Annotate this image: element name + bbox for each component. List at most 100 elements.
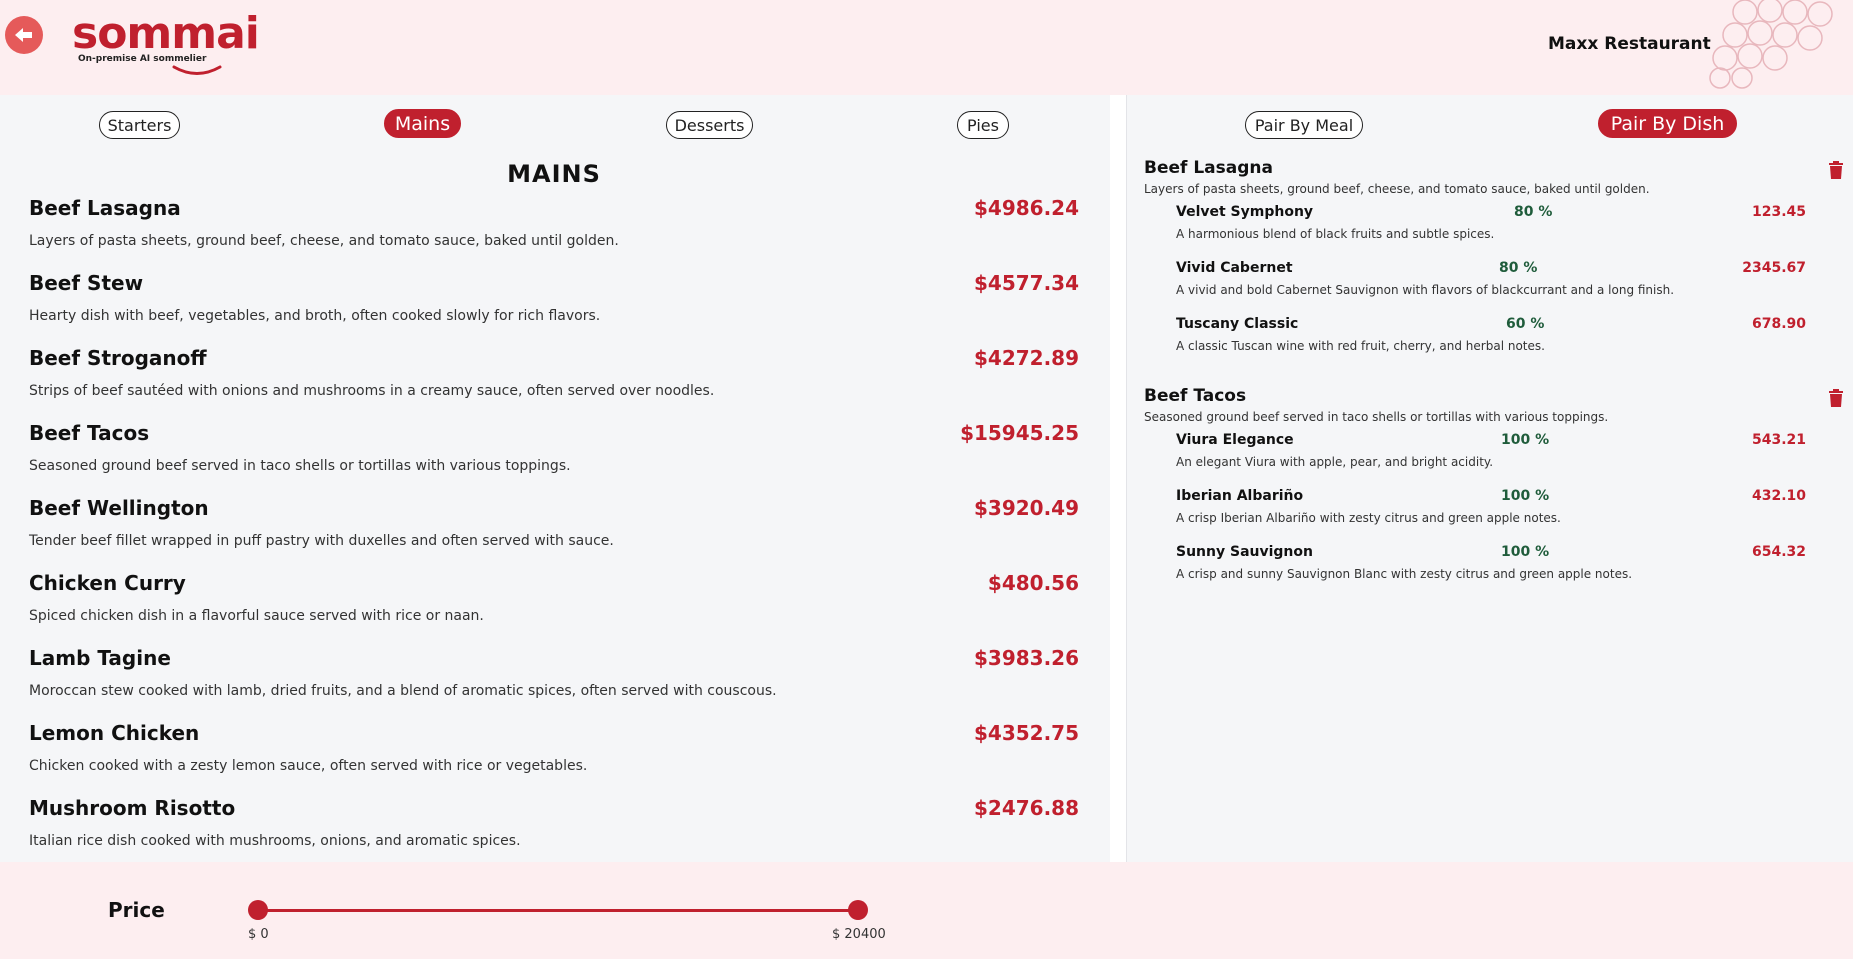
pairing-dish-description: Layers of pasta sheets, ground beef, che… [1144, 182, 1650, 196]
wine-description: A crisp and sunny Sauvignon Blanc with z… [1176, 567, 1633, 581]
menu-item-price: $4272.89 [973, 346, 1079, 370]
menu-item-name: Beef Tacos [29, 421, 150, 445]
wine-description: A crisp Iberian Albariño with zesty citr… [1176, 511, 1561, 525]
menu-item-name: Beef Lasagna [29, 196, 181, 220]
price-label: Price [108, 898, 165, 922]
menu-item-name: Beef Stroganoff [29, 346, 207, 370]
wine-recommendation[interactable]: Iberian Albariño 100 % 432.10 A crisp Iberi… [1176, 488, 1806, 544]
wine-name: Tuscany Classic [1176, 316, 1299, 332]
menu-item-description: Moroccan stew cooked with lamb, dried fr… [29, 683, 777, 699]
menu-item-price: $4352.75 [973, 721, 1079, 745]
delete-pairing-button[interactable] [1828, 161, 1844, 183]
back-button[interactable] [5, 16, 43, 54]
menu-item[interactable]: Beef Stroganoff $4272.89 Strips of beef sa… [29, 346, 1079, 399]
menu-item-description: Seasoned ground beef served in taco shel… [29, 458, 571, 474]
menu-item-name: Mushroom Risotto [29, 796, 236, 820]
menu-item[interactable]: Beef Lasagna $4986.24 Layers of pasta shee… [29, 196, 1079, 249]
menu-item-price: $4577.34 [973, 271, 1079, 295]
menu-item[interactable]: Lamb Tagine $3983.26 Moroccan stew cooked … [29, 646, 1079, 699]
menu-item-price: $3920.49 [973, 496, 1079, 520]
menu-item[interactable]: Mushroom Risotto $2476.88 Italian rice dis… [29, 796, 1079, 849]
menu-item[interactable]: Chicken Curry $480.56 Spiced chicken dish … [29, 571, 1079, 624]
menu-item-description: Layers of pasta sheets, ground beef, che… [29, 233, 619, 249]
menu-item-price: $15945.25 [960, 421, 1079, 445]
restaurant-name: Maxx Restaurant [1548, 34, 1711, 54]
wine-recommendation[interactable]: Tuscany Classic 60 % 678.90 A classic Tusca… [1176, 316, 1806, 372]
tab-starters[interactable]: Starters [99, 111, 180, 139]
wine-price: 123.45 [1751, 204, 1806, 220]
smile-icon [172, 65, 222, 75]
price-max-handle[interactable] [848, 900, 868, 920]
pairing-panel: Pair By Meal Pair By Dish Beef Lasagna La… [1126, 95, 1853, 862]
wine-price: 2345.67 [1742, 260, 1806, 276]
section-title: MAINS [507, 160, 601, 188]
menu-item-name: Lamb Tagine [29, 646, 171, 670]
menu-item-price: $4986.24 [973, 196, 1079, 220]
wine-name: Viura Elegance [1176, 432, 1294, 448]
wine-match-percent: 80 % [1514, 204, 1553, 220]
price-filter-bar: Price $ 0 $ 20400 [0, 862, 1853, 959]
menu-item-price: $2476.88 [973, 796, 1079, 820]
sommai-logo: sommai On-premise AI sommelier [72, 8, 260, 75]
menu-item[interactable]: Lemon Chicken $4352.75 Chicken cooked with… [29, 721, 1079, 774]
wine-description: A vivid and bold Cabernet Sauvignon with… [1176, 283, 1675, 297]
menu-item-name: Beef Wellington [29, 496, 209, 520]
wine-match-percent: 100 % [1501, 488, 1550, 504]
wine-match-percent: 100 % [1501, 544, 1550, 560]
wine-name: Vivid Cabernet [1176, 260, 1293, 276]
wine-match-percent: 80 % [1499, 260, 1538, 276]
grapes-icon [1709, 0, 1833, 89]
wine-match-percent: 100 % [1501, 432, 1550, 448]
wine-price: 654.32 [1751, 544, 1806, 560]
wine-recommendation[interactable]: Sunny Sauvignon 100 % 654.32 A crisp and su… [1176, 544, 1806, 600]
price-slider-track[interactable] [258, 909, 858, 912]
pairing-dish-description: Seasoned ground beef served in taco shel… [1144, 410, 1609, 424]
delete-pairing-button[interactable] [1828, 389, 1844, 411]
menu-item[interactable]: Beef Stew $4577.34 Hearty dish with beef, … [29, 271, 1079, 324]
menu-item-description: Chicken cooked with a zesty lemon sauce,… [29, 758, 588, 774]
menu-item-description: Spiced chicken dish in a flavorful sauce… [29, 608, 484, 624]
price-max-label: $ 20400 [832, 927, 886, 942]
tab-pair-by-dish[interactable]: Pair By Dish [1598, 109, 1737, 138]
wine-recommendation[interactable]: Vivid Cabernet 80 % 2345.67 A vivid and bol… [1176, 260, 1806, 316]
pairing-group: Beef Lasagna Layers of pasta sheets, grou… [1144, 158, 1844, 372]
wine-recommendation[interactable]: Velvet Symphony 80 % 123.45 A harmonious bl… [1176, 204, 1806, 260]
tab-mains[interactable]: Mains [384, 109, 461, 138]
wine-price: 678.90 [1751, 316, 1806, 332]
wine-price: 543.21 [1751, 432, 1806, 448]
wine-name: Sunny Sauvignon [1176, 544, 1313, 560]
tab-pies[interactable]: Pies [957, 111, 1009, 139]
app-header: sommai On-premise AI sommelier Maxx Rest… [0, 0, 1853, 95]
wine-name: Iberian Albariño [1176, 488, 1304, 504]
tab-pair-by-meal[interactable]: Pair By Meal [1245, 111, 1363, 139]
logo-wordmark: sommai [72, 8, 260, 59]
menu-item[interactable]: Beef Wellington $3920.49 Tender beef fille… [29, 496, 1079, 549]
pairing-dish-name: Beef Tacos [1144, 386, 1247, 406]
pairing-group: Beef Tacos Seasoned ground beef served in… [1144, 386, 1844, 600]
wine-description: An elegant Viura with apple, pear, and b… [1176, 455, 1494, 469]
panel-divider [1110, 95, 1126, 862]
trash-icon [1829, 161, 1843, 179]
wine-description: A harmonious blend of black fruits and s… [1176, 227, 1495, 241]
menu-item-price: $480.56 [987, 571, 1079, 595]
menu-item[interactable]: Beef Tacos $15945.25 Seasoned ground beef … [29, 421, 1079, 474]
price-min-handle[interactable] [248, 900, 268, 920]
menu-item-description: Hearty dish with beef, vegetables, and b… [29, 308, 601, 324]
wine-match-percent: 60 % [1506, 316, 1545, 332]
menu-item-name: Chicken Curry [29, 571, 186, 595]
wine-name: Velvet Symphony [1176, 204, 1314, 220]
menu-item-description: Italian rice dish cooked with mushrooms,… [29, 833, 521, 849]
trash-icon [1829, 389, 1843, 407]
menu-item-name: Beef Stew [29, 271, 144, 295]
menu-panel: Starters Mains Desserts Pies MAINS Beef … [0, 95, 1110, 862]
wine-price: 432.10 [1751, 488, 1806, 504]
pairing-dish-name: Beef Lasagna [1144, 158, 1273, 178]
menu-item-description: Strips of beef sautéed with onions and m… [29, 383, 715, 399]
price-min-label: $ 0 [248, 927, 269, 942]
tab-desserts[interactable]: Desserts [666, 111, 753, 139]
arrow-left-icon [15, 28, 32, 42]
wine-description: A classic Tuscan wine with red fruit, ch… [1176, 339, 1545, 353]
menu-item-description: Tender beef fillet wrapped in puff pastr… [29, 533, 614, 549]
menu-item-price: $3983.26 [973, 646, 1079, 670]
wine-recommendation[interactable]: Viura Elegance 100 % 543.21 An elegant Viur… [1176, 432, 1806, 488]
